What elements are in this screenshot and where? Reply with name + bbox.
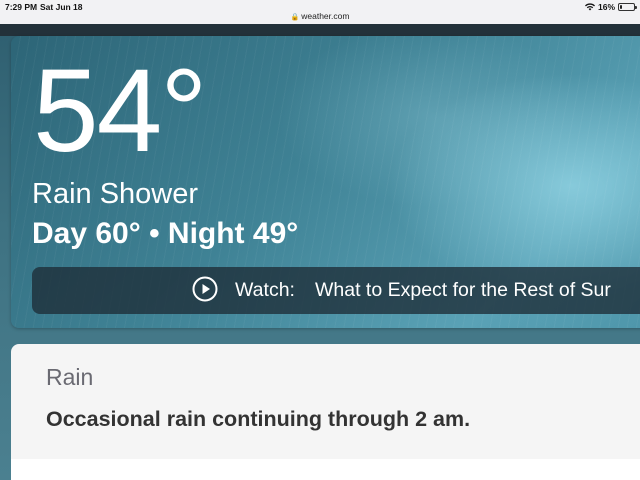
current-temperature: 54°	[33, 45, 207, 177]
status-bar: 7:29 PM Sat Jun 18 16% 🔒 weather.com	[0, 0, 640, 24]
video-watch-label: Watch:	[235, 279, 295, 301]
precipitation-description: Occasional rain continuing through 2 am.	[46, 407, 471, 431]
url-text: weather.com	[301, 11, 350, 21]
header-edge	[0, 24, 640, 36]
battery-fill	[620, 5, 622, 9]
precipitation-title: Rain	[46, 364, 94, 390]
current-conditions-card: 54° Rain Shower Day 60° • Night 49° Watc…	[11, 36, 640, 328]
day-night-temperatures: Day 60° • Night 49°	[32, 217, 299, 250]
next-section-edge	[11, 459, 640, 480]
lock-icon: 🔒	[290, 14, 300, 21]
weather-phrase: Rain Shower	[32, 178, 199, 210]
address-bar[interactable]: 🔒 weather.com	[0, 11, 640, 21]
video-banner[interactable]: Watch: What to Expect for the Rest of Su…	[32, 267, 640, 314]
play-icon[interactable]	[192, 276, 218, 302]
battery-icon	[618, 3, 637, 11]
precipitation-card: Rain Occasional rain continuing through …	[11, 344, 640, 459]
wifi-icon	[584, 3, 595, 11]
video-title-link[interactable]: What to Expect for the Rest of Sur	[315, 279, 611, 302]
